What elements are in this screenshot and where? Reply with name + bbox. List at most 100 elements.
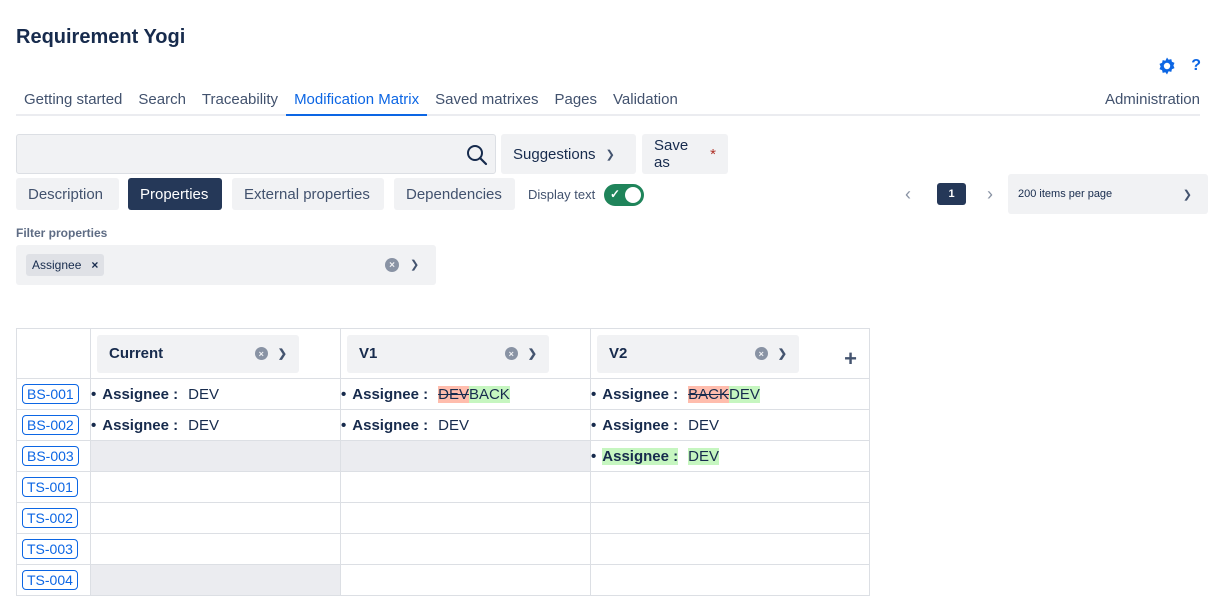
- matrix-cell: • Assignee : DEV: [590, 440, 870, 472]
- matrix-cell: • Assignee : DEVBACK: [340, 378, 591, 410]
- bullet-icon: •: [591, 447, 597, 465]
- property-value: DEV: [188, 417, 219, 434]
- property-value: DEV: [688, 417, 719, 434]
- matrix-cell: [340, 564, 591, 596]
- suggestions-button[interactable]: Suggestions ❯: [501, 134, 636, 174]
- chevron-down-icon[interactable]: ❯: [528, 347, 537, 360]
- matrix-cell: [340, 533, 591, 565]
- matrix-cell: [590, 502, 870, 534]
- column-header: Current × ❯: [90, 328, 341, 379]
- view-dependencies-button[interactable]: Dependencies: [394, 178, 515, 210]
- property-name: Assignee :: [602, 447, 679, 465]
- tab-modification-matrix[interactable]: Modification Matrix: [286, 88, 428, 116]
- value-text: DEV: [438, 416, 469, 434]
- matrix-cell: • Assignee : DEV: [90, 378, 341, 410]
- property-name: Assignee :: [352, 416, 429, 434]
- tab-getting-started[interactable]: Getting started: [16, 88, 130, 116]
- column-header-pill[interactable]: Current × ❯: [97, 334, 299, 373]
- chevron-down-icon: ❯: [605, 148, 615, 161]
- search-icon[interactable]: [465, 143, 489, 167]
- matrix-cell: [340, 440, 591, 472]
- current-page-button[interactable]: 1: [937, 183, 966, 205]
- added-value: BACK: [468, 385, 510, 403]
- gear-icon[interactable]: [1157, 56, 1177, 76]
- filter-properties-select[interactable]: Assignee × × ❯: [16, 245, 436, 285]
- chevron-down-icon[interactable]: ❯: [278, 347, 287, 360]
- matrix-cell: [90, 440, 341, 472]
- property-value: DEV: [688, 447, 719, 465]
- value-text: DEV: [688, 416, 719, 434]
- clear-column-icon[interactable]: ×: [504, 347, 518, 360]
- help-icon[interactable]: ?: [1191, 57, 1201, 75]
- column-header: V1 × ❯: [340, 328, 591, 379]
- requirement-link[interactable]: TS-003: [22, 539, 78, 559]
- view-properties-button[interactable]: Properties: [128, 178, 222, 210]
- requirement-link[interactable]: BS-001: [22, 384, 79, 404]
- matrix-row: TS-004: [16, 564, 870, 596]
- bullet-icon: •: [341, 416, 347, 434]
- clear-filter-icon[interactable]: ×: [385, 258, 399, 272]
- value-text: DEV: [188, 385, 219, 403]
- matrix-row: BS-003 • Assignee : DEV: [16, 440, 870, 472]
- property-value: DEV: [438, 417, 469, 434]
- matrix-row: TS-001: [16, 471, 870, 503]
- chevron-down-icon[interactable]: ❯: [410, 258, 419, 271]
- chevron-down-icon[interactable]: ❯: [778, 347, 787, 360]
- modification-matrix: Current × ❯ V1 × ❯ V2 × ❯ + BS-001 • Ass…: [16, 328, 870, 596]
- tab-administration[interactable]: Administration: [1097, 88, 1200, 116]
- clear-column-icon[interactable]: ×: [754, 347, 768, 360]
- remove-chip-icon[interactable]: ×: [91, 258, 98, 272]
- added-value: DEV: [728, 385, 760, 403]
- display-text-toggle[interactable]: ✓: [604, 184, 644, 206]
- unsaved-marker: *: [710, 145, 716, 163]
- matrix-cell: [90, 564, 341, 596]
- check-icon: ✓: [610, 187, 621, 201]
- matrix-corner-cell: [16, 328, 91, 379]
- column-header: V2 × ❯ +: [590, 328, 870, 379]
- matrix-cell: [90, 533, 341, 565]
- items-per-page-select[interactable]: 200 items per page ❯: [1008, 174, 1208, 214]
- column-header-pill[interactable]: V2 × ❯: [597, 334, 799, 373]
- filter-chip: Assignee ×: [26, 254, 105, 276]
- column-name: Current: [109, 345, 164, 362]
- tab-validation[interactable]: Validation: [605, 88, 686, 116]
- clear-column-icon[interactable]: ×: [254, 347, 268, 360]
- property-value: DEVBACK: [438, 385, 510, 403]
- column-header-pill[interactable]: V1 × ❯: [347, 334, 549, 373]
- matrix-cell: • Assignee : DEV: [590, 409, 870, 441]
- requirement-link[interactable]: TS-004: [22, 570, 78, 590]
- requirement-id-cell: TS-002: [16, 502, 91, 534]
- bullet-icon: •: [591, 385, 597, 403]
- view-description-button[interactable]: Description: [16, 178, 119, 210]
- tab-traceability[interactable]: Traceability: [194, 88, 286, 116]
- requirement-link[interactable]: TS-001: [22, 477, 78, 497]
- property-name: Assignee :: [602, 385, 679, 403]
- property-name: Assignee :: [102, 416, 179, 434]
- view-external-properties-button[interactable]: External properties: [232, 178, 384, 210]
- matrix-row: BS-001 • Assignee : DEV • Assignee : DEVBACK • A…: [16, 378, 870, 410]
- search-box: [16, 134, 496, 174]
- add-column-icon[interactable]: +: [844, 347, 857, 370]
- previous-page-icon[interactable]: ‹: [905, 184, 911, 205]
- requirement-link[interactable]: TS-002: [22, 508, 78, 528]
- requirement-link[interactable]: BS-002: [22, 415, 79, 435]
- bullet-icon: •: [341, 385, 347, 403]
- value-text: DEV: [188, 416, 219, 434]
- requirement-id-cell: TS-004: [16, 564, 91, 596]
- save-as-button[interactable]: Save as *: [642, 134, 728, 174]
- matrix-cell: [90, 471, 341, 503]
- main-tabs: Getting started Search Traceability Modi…: [16, 88, 1200, 116]
- next-page-icon[interactable]: ›: [987, 184, 993, 205]
- requirement-id-cell: TS-003: [16, 533, 91, 565]
- value-text: DEV: [688, 447, 719, 465]
- search-input[interactable]: [17, 135, 457, 173]
- tab-search[interactable]: Search: [130, 88, 194, 116]
- requirement-id-cell: BS-001: [16, 378, 91, 410]
- requirement-link[interactable]: BS-003: [22, 446, 79, 466]
- display-text-label: Display text: [528, 187, 596, 202]
- header-icons: ?: [1157, 56, 1201, 76]
- tab-saved-matrixes[interactable]: Saved matrixes: [427, 88, 546, 116]
- tab-pages[interactable]: Pages: [546, 88, 605, 116]
- matrix-cell: • Assignee : DEV: [90, 409, 341, 441]
- app-title: Requirement Yogi: [16, 26, 186, 48]
